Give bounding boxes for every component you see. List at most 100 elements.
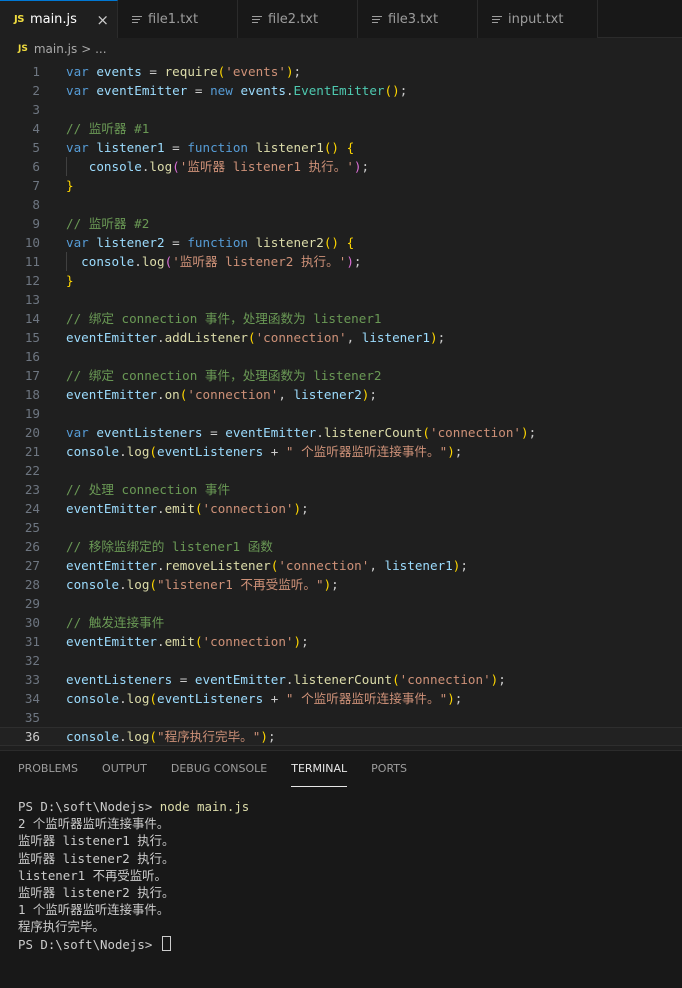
code-text: var events = require('events');: [40, 62, 301, 81]
code-line: 36 console.log("程序执行完毕。");: [0, 727, 682, 746]
code-token: eventEmitter: [66, 387, 157, 402]
line-number: 29: [24, 596, 40, 611]
code-token: .: [119, 729, 127, 744]
code-token: ;: [498, 672, 506, 687]
code-token: (: [392, 672, 400, 687]
code-token: events: [96, 64, 142, 79]
code-text: eventEmitter.emit('connection');: [40, 632, 309, 651]
code-token: log: [149, 159, 173, 174]
code-token: .: [119, 691, 127, 706]
code-token: listenerCount: [323, 425, 423, 440]
code-token: var: [66, 425, 97, 440]
code-line: 1 var events = require('events');: [0, 62, 682, 81]
code-token: .: [285, 83, 294, 98]
panel-tab-problems[interactable]: PROBLEMS: [18, 751, 78, 787]
line-number: 15: [24, 330, 40, 345]
line-number: 6: [32, 159, 40, 174]
terminal[interactable]: PS D:\soft\Nodejs> node main.js 2 个监听器监听…: [0, 787, 682, 964]
text-file-icon: [492, 14, 502, 25]
code-token: log: [141, 254, 165, 269]
line-number: 24: [24, 501, 40, 516]
panel-tab-debug-console[interactable]: DEBUG CONSOLE: [171, 751, 267, 787]
code-token: emit: [164, 501, 195, 516]
terminal-prompt: PS D:\soft\Nodejs>: [18, 936, 160, 952]
code-token: // 移除监绑定的 listener1 函数: [66, 539, 273, 554]
code-token: " 个监听器监听连接事件。": [285, 691, 448, 706]
line-number: 1: [32, 64, 40, 79]
breadcrumb[interactable]: JS main.js > ...: [0, 38, 682, 60]
tab-file3-txt[interactable]: file3.txt: [358, 0, 478, 38]
code-token: listener2: [293, 387, 362, 402]
code-line: 35: [0, 708, 682, 727]
code-token: // 监听器 #1: [66, 121, 150, 136]
code-line: 12}: [0, 271, 682, 290]
code-token: function: [187, 235, 256, 250]
code-token: EventEmitter: [293, 83, 385, 98]
code-line: 16: [0, 347, 682, 366]
code-text: eventEmitter.on('connection', listener2)…: [40, 385, 377, 404]
code-token: ;: [361, 159, 370, 174]
code-text: }: [40, 271, 74, 290]
terminal-input-line[interactable]: PS D:\soft\Nodejs>: [18, 935, 664, 953]
line-number: 10: [24, 235, 40, 250]
panel-tab-output[interactable]: OUTPUT: [102, 751, 147, 787]
code-line: 26 // 移除监绑定的 listener1 函数: [0, 537, 682, 556]
panel-tab-terminal[interactable]: TERMINAL: [291, 751, 348, 787]
breadcrumb-file[interactable]: main.js: [34, 42, 77, 56]
code-text: console.log('监听器 listener1 执行。');: [40, 157, 369, 176]
editor-tab-bar: JS main.js × file1.txt file2.txt file3.txt inp…: [0, 0, 682, 38]
code-text: var listener1 = function listener1() {: [40, 138, 354, 157]
code-text: // 移除监绑定的 listener1 函数: [40, 537, 273, 556]
code-line: 7}: [0, 176, 682, 195]
code-text: // 绑定 connection 事件，处理函数为 listener1: [40, 309, 382, 328]
code-token: console: [66, 691, 120, 706]
code-token: require: [164, 64, 218, 79]
line-number: 14: [24, 311, 40, 326]
line-number: 4: [32, 121, 40, 136]
code-line: 15 eventEmitter.addListener('connection',…: [0, 328, 682, 347]
code-text: // 触发连接事件: [40, 613, 164, 632]
code-token: ): [353, 159, 362, 174]
js-file-icon: JS: [18, 44, 28, 54]
code-token: ;: [301, 501, 309, 516]
line-number: 31: [24, 634, 40, 649]
tab-label: input.txt: [508, 11, 564, 27]
panel-tab-ports[interactable]: PORTS: [371, 751, 407, 787]
code-token: .: [157, 634, 165, 649]
tab-file2-txt[interactable]: file2.txt: [238, 0, 358, 38]
code-token: (: [248, 330, 256, 345]
tab-input-txt[interactable]: input.txt: [478, 0, 598, 38]
code-token: on: [164, 387, 180, 402]
code-text: eventEmitter.removeListener('connection'…: [40, 556, 468, 575]
code-token: new: [210, 83, 241, 98]
line-number: 9: [32, 216, 40, 231]
terminal-output-line: 监听器 listener2 执行。: [18, 850, 175, 866]
tab-main-js[interactable]: JS main.js ×: [0, 0, 118, 38]
indent-guide: [66, 252, 67, 271]
code-token: ;: [353, 254, 362, 269]
terminal-output-line: 程序执行完毕。: [18, 919, 105, 935]
code-token: eventEmitter: [96, 83, 188, 98]
code-token: listener1: [384, 558, 453, 573]
code-token: console: [66, 577, 120, 592]
code-line: 19: [0, 404, 682, 423]
line-number: 23: [24, 482, 40, 497]
code-token: eventListeners: [96, 425, 203, 440]
code-token: addListener: [164, 330, 248, 345]
code-text: console.log("程序执行完毕。");: [40, 728, 276, 745]
code-token: ): [293, 634, 302, 649]
code-token: ): [521, 425, 529, 440]
close-icon[interactable]: ×: [96, 11, 109, 29]
code-line: 23 // 处理 connection 事件: [0, 480, 682, 499]
code-line: 8: [0, 195, 682, 214]
tab-file1-txt[interactable]: file1.txt: [118, 0, 238, 38]
code-editor[interactable]: 1 var events = require('events'); 2 var eve…: [0, 60, 682, 748]
code-token: =: [164, 235, 188, 250]
terminal-output-line: 2 个监听器监听连接事件。: [18, 816, 170, 832]
text-file-icon: [132, 14, 142, 25]
